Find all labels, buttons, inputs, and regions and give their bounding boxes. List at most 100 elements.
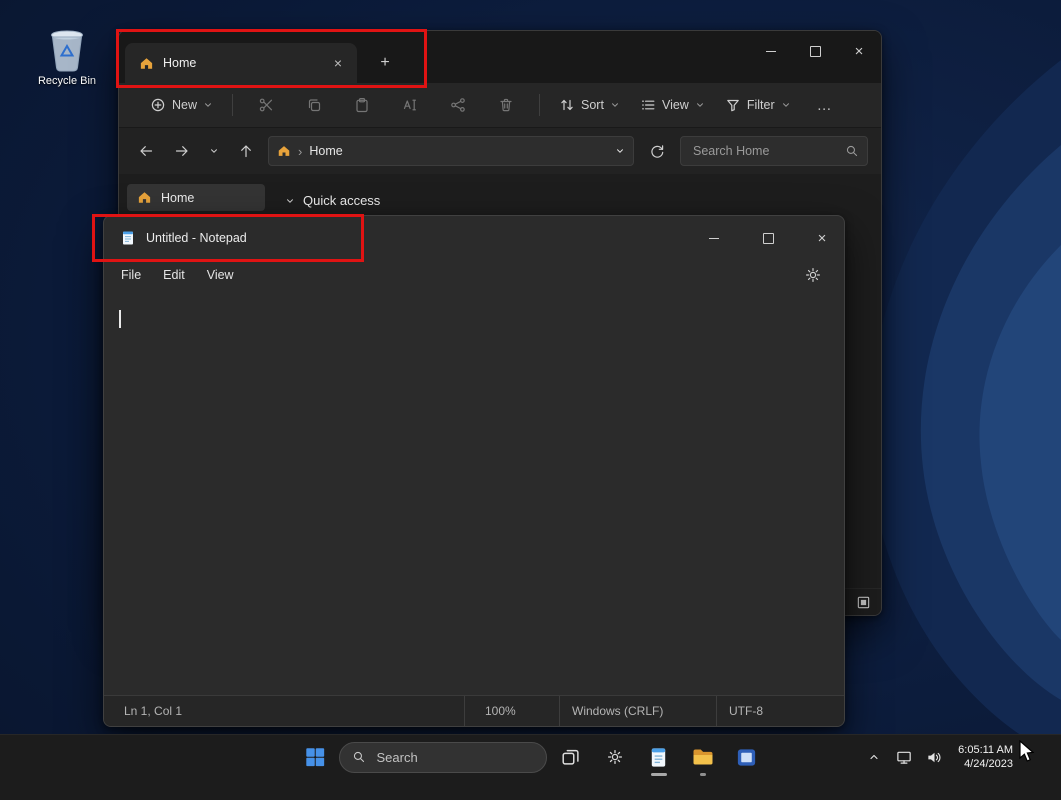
copy-button[interactable] (297, 89, 331, 121)
see-more-button[interactable]: … (808, 89, 842, 121)
maximize-icon (762, 232, 774, 244)
copy-icon (308, 99, 321, 112)
status-cursor-position: Ln 1, Col 1 (124, 704, 183, 718)
maximize-button[interactable] (793, 31, 837, 71)
home-icon (138, 192, 151, 203)
sidebar-item-home[interactable]: Home (127, 184, 265, 211)
more-icon: … (816, 96, 833, 114)
menu-view[interactable]: View (196, 264, 245, 286)
task-view-button[interactable] (551, 737, 591, 777)
sort-button[interactable]: Sort (550, 89, 629, 121)
large-icons-view-icon (857, 596, 869, 608)
rename-button[interactable] (393, 89, 427, 121)
back-button[interactable] (132, 137, 160, 165)
system-tray: 6:05:11 AM 4/24/2023 (860, 735, 1013, 779)
view-button[interactable]: View (631, 89, 714, 121)
status-zoom[interactable]: 100% (464, 696, 559, 726)
explorer-search-input[interactable] (691, 143, 845, 159)
minimize-icon (709, 237, 719, 239)
quick-access-header[interactable]: Quick access (285, 193, 881, 208)
forward-icon (175, 146, 188, 156)
new-icon (151, 98, 165, 112)
settings-button[interactable] (796, 262, 830, 288)
taskbar-notepad-button[interactable] (639, 737, 679, 777)
explorer-search-box[interactable] (680, 136, 868, 166)
minimize-icon (766, 50, 776, 52)
minimize-button[interactable] (692, 216, 736, 260)
delete-icon (500, 98, 512, 112)
forward-button[interactable] (168, 137, 196, 165)
home-icon (278, 146, 290, 156)
address-dropdown-icon[interactable] (615, 146, 625, 156)
chevron-down-icon (696, 103, 703, 107)
taskbar: 6:05:11 AM 4/24/2023 (0, 734, 1061, 800)
refresh-icon (651, 145, 664, 158)
up-button[interactable] (232, 137, 260, 165)
paste-icon (356, 98, 368, 113)
share-button[interactable] (441, 89, 475, 121)
close-button[interactable]: × (837, 31, 881, 71)
maximize-button[interactable] (746, 216, 790, 260)
chevron-down-icon (205, 103, 211, 107)
taskbar-explorer-button[interactable] (683, 737, 723, 777)
recycle-bin-icon (51, 30, 83, 72)
share-icon (451, 98, 465, 112)
minimize-button[interactable] (749, 31, 793, 71)
paste-button[interactable] (345, 89, 379, 121)
up-icon (241, 145, 251, 158)
toolbar-divider (539, 94, 541, 116)
start-button[interactable] (295, 737, 335, 777)
cut-button[interactable] (249, 89, 283, 121)
address-bar[interactable]: › Home (268, 136, 634, 166)
sidebar-item-label: Home (161, 190, 195, 205)
annotation-highlight-notepad-title (92, 214, 364, 262)
taskbar-clock[interactable]: 6:05:11 AM 4/24/2023 (958, 743, 1013, 771)
refresh-button[interactable] (642, 137, 672, 165)
cut-icon (259, 98, 273, 112)
chevron-up-icon (870, 754, 878, 760)
large-icons-view-button[interactable] (851, 591, 875, 613)
menu-file[interactable]: File (110, 264, 152, 286)
recycle-bin[interactable]: Recycle Bin (28, 28, 106, 87)
taskbar-app-button[interactable] (727, 737, 767, 777)
new-button[interactable]: New (141, 89, 222, 121)
breadcrumb-location[interactable]: Home (309, 144, 342, 158)
breadcrumb-separator: › (298, 143, 303, 159)
chevron-down-icon (211, 149, 217, 153)
annotation-highlight-explorer-tab (116, 29, 427, 88)
toolbar-divider (232, 94, 234, 116)
delete-button[interactable] (489, 89, 523, 121)
volume-button[interactable] (920, 737, 948, 777)
gear-icon (806, 268, 820, 282)
search-icon (846, 145, 858, 157)
recent-locations-button[interactable] (204, 137, 224, 165)
task-view-icon (561, 749, 579, 765)
network-icon (896, 751, 911, 764)
menu-edit[interactable]: Edit (152, 264, 196, 286)
search-icon (353, 751, 364, 763)
quick-access-label: Quick access (303, 193, 381, 208)
notepad-editor[interactable] (104, 290, 844, 696)
view-icon (642, 100, 655, 110)
clock-date: 4/24/2023 (964, 758, 1013, 770)
network-button[interactable] (890, 737, 918, 777)
explorer-navigation-bar: › Home (119, 128, 881, 175)
notepad-status-bar: Ln 1, Col 1 100% Windows (CRLF) UTF-8 (104, 695, 844, 726)
taskbar-search[interactable] (338, 741, 547, 773)
settings-app-button[interactable] (595, 737, 635, 777)
close-button[interactable]: × (800, 216, 844, 260)
volume-icon (928, 752, 941, 762)
blue-app-icon (737, 748, 756, 766)
notepad-menu-bar: File Edit View (104, 260, 844, 290)
tray-overflow-button[interactable] (860, 737, 888, 777)
chevron-down-icon (782, 103, 789, 107)
mouse-cursor (1019, 740, 1035, 762)
maximize-icon (809, 45, 821, 57)
clock-time: 6:05:11 AM (958, 744, 1013, 756)
back-icon (140, 146, 153, 156)
status-encoding: UTF-8 (716, 696, 844, 726)
sort-icon (561, 99, 573, 111)
taskbar-search-input[interactable] (374, 748, 534, 766)
filter-button[interactable]: Filter (716, 89, 800, 121)
desktop: Recycle Bin Home × + × New Sort View Fil… (0, 0, 1061, 800)
